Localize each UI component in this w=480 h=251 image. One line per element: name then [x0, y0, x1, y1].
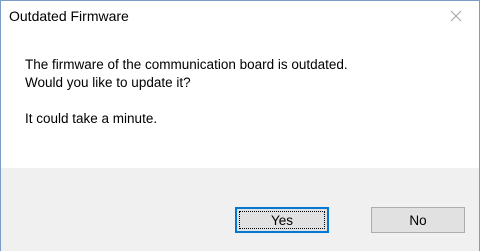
no-button[interactable]: No — [371, 207, 465, 233]
close-button[interactable] — [433, 1, 479, 31]
message-line-3: It could take a minute. — [25, 111, 158, 126]
dialog-message: The firmware of the communication board … — [25, 56, 348, 128]
message-line-2: Would you like to update it? — [25, 75, 191, 90]
yes-button[interactable]: Yes — [235, 207, 329, 233]
dialog-title: Outdated Firmware — [9, 8, 129, 24]
dialog-window: Outdated Firmware The firmware of the co… — [0, 0, 480, 251]
close-icon — [450, 10, 462, 22]
title-bar[interactable]: Outdated Firmware — [1, 1, 479, 31]
message-line-1: The firmware of the communication board … — [25, 57, 348, 72]
